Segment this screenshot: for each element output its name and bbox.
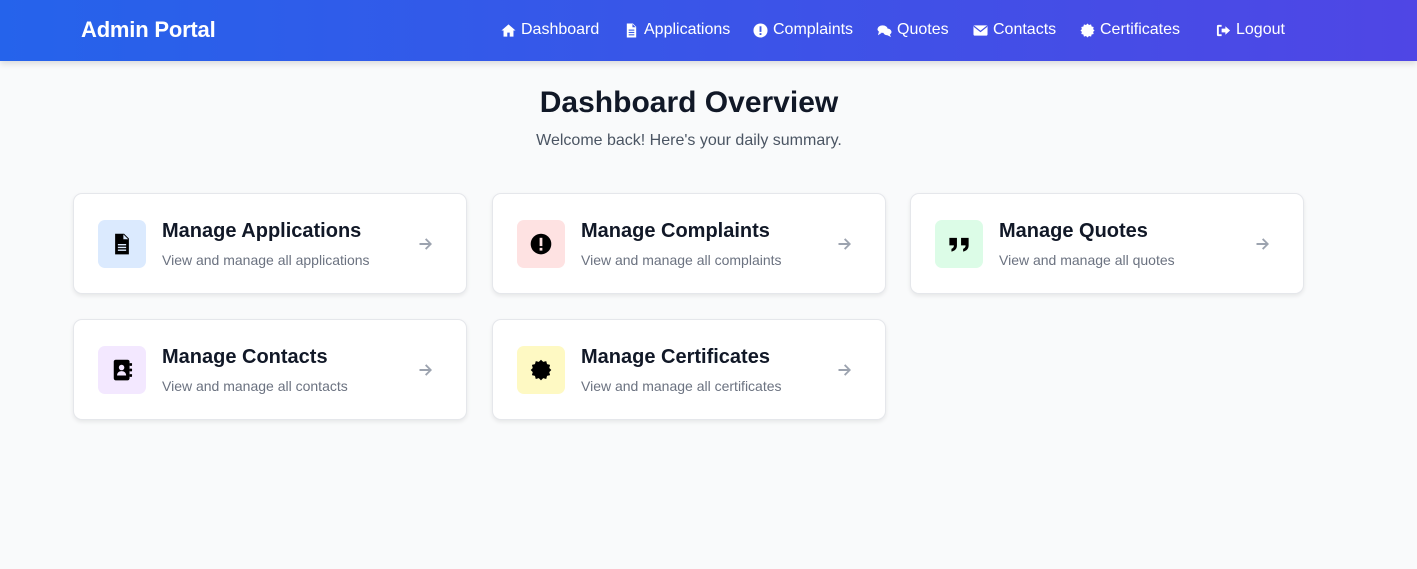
- sign-out-icon: [1216, 24, 1231, 36]
- card-title: Manage Certificates: [581, 346, 770, 368]
- card-description: View and manage all contacts: [162, 378, 348, 394]
- file-icon: [626, 22, 637, 38]
- page-title: Dashboard Overview: [539, 86, 839, 119]
- nav-contacts-label: Contacts: [993, 21, 1057, 38]
- certificate-icon: [530, 359, 552, 381]
- card-icon-box: [98, 346, 146, 394]
- envelope-icon: [973, 24, 988, 36]
- card-manage-certificates[interactable]: Manage Certificates View and manage all …: [492, 319, 886, 420]
- exclamation-circle-icon: [530, 233, 552, 255]
- card-icon-box: [517, 346, 565, 394]
- nav-complaints-label: Complaints: [773, 21, 854, 38]
- card-icon-box: [935, 220, 983, 268]
- card-manage-quotes[interactable]: Manage Quotes View and manage all quotes: [910, 193, 1304, 294]
- arrow-right-icon: [837, 362, 853, 378]
- certificate-icon: [1080, 22, 1095, 38]
- card-description: View and manage all quotes: [999, 252, 1175, 268]
- nav-applications-label: Applications: [644, 21, 731, 38]
- nav-certificates-label: Certificates: [1100, 21, 1181, 38]
- arrow-right-icon: [418, 362, 434, 378]
- page-subtitle: Welcome back! Here's your daily summary.: [536, 132, 842, 149]
- card-icon-box: [98, 220, 146, 268]
- exclamation-circle-icon: [753, 22, 768, 38]
- nav-quotes-label: Quotes: [897, 21, 949, 38]
- home-icon: [501, 23, 516, 37]
- card-title: Manage Complaints: [581, 220, 770, 242]
- card-title: Manage Applications: [162, 220, 362, 242]
- file-icon: [115, 233, 129, 255]
- card-manage-complaints[interactable]: Manage Complaints View and manage all co…: [492, 193, 886, 294]
- nav-logout-label: Logout: [1236, 21, 1285, 38]
- top-navbar: Admin Portal Dashboard Applications Comp…: [0, 0, 1417, 61]
- nav-certificates[interactable]: Certificates: [1080, 19, 1180, 41]
- arrow-right-icon: [837, 236, 853, 252]
- nav-quotes[interactable]: Quotes: [877, 19, 949, 41]
- card-manage-contacts[interactable]: Manage Contacts View and manage all cont…: [73, 319, 467, 420]
- arrow-right-icon: [1255, 236, 1271, 252]
- card-title: Manage Quotes: [999, 220, 1148, 242]
- brand-title[interactable]: Admin Portal: [81, 17, 216, 43]
- card-description: View and manage all applications: [162, 252, 370, 268]
- quote-icon: [949, 237, 969, 252]
- nav-complaints[interactable]: Complaints: [753, 19, 853, 41]
- card-description: View and manage all complaints: [581, 252, 782, 268]
- arrow-right-icon: [418, 236, 434, 252]
- nav-applications[interactable]: Applications: [624, 19, 730, 41]
- nav-contacts[interactable]: Contacts: [973, 19, 1056, 41]
- card-description: View and manage all certificates: [581, 378, 782, 394]
- card-icon-box: [517, 220, 565, 268]
- card-manage-applications[interactable]: Manage Applications View and manage all …: [73, 193, 467, 294]
- nav-dashboard-label: Dashboard: [521, 21, 600, 38]
- nav-dashboard[interactable]: Dashboard: [501, 19, 599, 41]
- card-title: Manage Contacts: [162, 346, 328, 368]
- nav-logout[interactable]: Logout: [1216, 19, 1285, 41]
- address-book-icon: [113, 359, 133, 381]
- comments-icon: [877, 24, 892, 37]
